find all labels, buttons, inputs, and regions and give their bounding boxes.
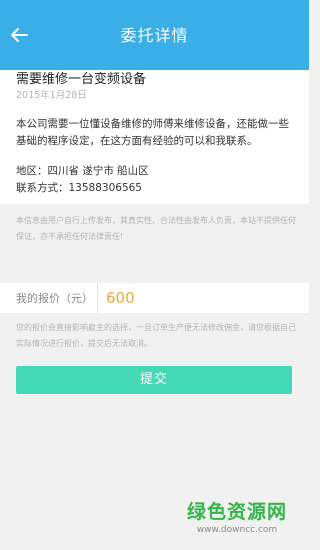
- quote-row: 我的报价（元）: [0, 283, 309, 313]
- task-date: 2015年1月28日: [16, 90, 87, 101]
- quote-divider: [97, 283, 98, 313]
- watermark-url: www.downcc.com: [196, 525, 278, 535]
- quote-input[interactable]: [106, 286, 296, 310]
- task-title: 需要维修一台变频设备: [16, 72, 147, 87]
- quote-note: 您的报价会直接影响雇主的选择，一旦订单生产便无法修改佣金，请您根据自己实际情况进…: [16, 323, 296, 348]
- task-description: 本公司需要一位懂设备维修的师傅来维修设备，还能做一些基础的程序设定，在这方面有经…: [16, 118, 289, 147]
- task-address: 地区：四川省 遂宁市 船山区: [16, 165, 149, 177]
- task-contact: 联系方式：13588306565: [16, 182, 142, 194]
- quote-label: 我的报价（元）: [16, 292, 93, 305]
- watermark-logo-text: 绿色资源网: [186, 501, 287, 523]
- app-header: 委托详情: [0, 0, 309, 70]
- watermark: 绿色资源网 www.downcc.com: [172, 497, 302, 535]
- disclaimer-text: 本信息由用户自行上传发布，其真实性、合法性由发布人负责，本站不提供任何保证，亦不…: [16, 216, 296, 241]
- page-title: 委托详情: [120, 26, 189, 45]
- submit-button[interactable]: 提交: [16, 366, 292, 394]
